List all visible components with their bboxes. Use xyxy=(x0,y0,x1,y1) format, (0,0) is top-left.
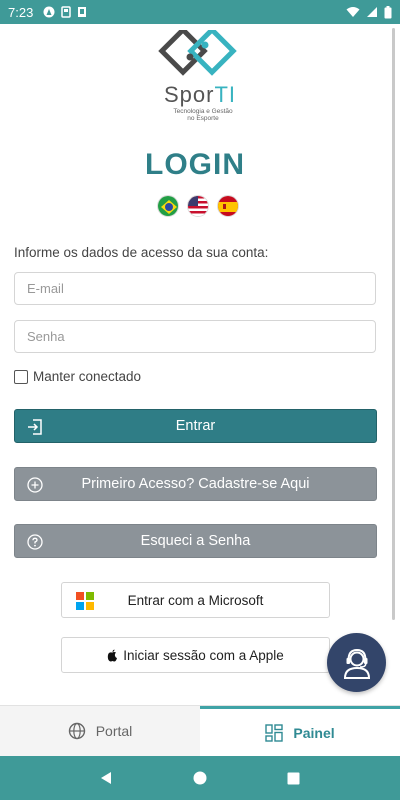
tab-painel[interactable]: Painel xyxy=(200,706,400,756)
logo-word-accent: TI xyxy=(214,82,237,107)
logo-mark-icon xyxy=(158,30,237,76)
status-time: 7:23 xyxy=(8,4,34,20)
email-input[interactable] xyxy=(14,272,376,305)
logo-wordmark: SporTI xyxy=(153,82,247,108)
scrollbar[interactable] xyxy=(392,28,395,620)
forgot-password-button[interactable]: Esqueci a Senha xyxy=(14,524,377,558)
forgot-password-button-label: Esqueci a Senha xyxy=(140,533,251,549)
plus-circle-icon xyxy=(27,477,43,493)
headset-agent-icon xyxy=(343,648,370,679)
language-selector xyxy=(157,195,239,217)
apple-logo-icon xyxy=(108,649,118,661)
logo-word-main: Spor xyxy=(163,82,215,107)
tab-portal[interactable]: Portal xyxy=(0,706,200,756)
globe-icon xyxy=(68,722,85,740)
app-notification-icon xyxy=(43,6,55,18)
first-access-button[interactable]: Primeiro Acesso? Cadastre-se Aqui xyxy=(14,467,377,501)
sd-card-icon xyxy=(78,7,87,17)
keep-connected-row[interactable]: Manter conectado xyxy=(14,369,141,384)
keep-connected-checkbox[interactable] xyxy=(14,369,28,384)
microsoft-logo-icon xyxy=(76,592,94,610)
keep-connected-label: Manter conectado xyxy=(33,369,142,384)
support-chat-button[interactable] xyxy=(327,633,386,692)
back-icon[interactable] xyxy=(100,771,114,785)
microsoft-login-label: Entrar com a Microsoft xyxy=(127,592,264,608)
storage-icon xyxy=(61,6,72,18)
usa-flag-icon[interactable] xyxy=(187,195,209,217)
spain-flag-icon[interactable] xyxy=(217,195,239,217)
logo-tagline-line2: no Esporte xyxy=(187,115,219,122)
login-button-label: Entrar xyxy=(175,418,216,434)
apple-login-label: Iniciar sessão com a Apple xyxy=(123,647,284,663)
home-icon[interactable] xyxy=(193,771,207,785)
apple-login-button[interactable]: Iniciar sessão com a Apple xyxy=(61,637,330,673)
signal-icon xyxy=(367,7,377,17)
logo-tagline-line1: Tecnologia e Gestão xyxy=(173,108,233,115)
tab-portal-label: Portal xyxy=(95,723,133,739)
login-instructions: Informe os dados de acesso da sua conta: xyxy=(14,245,269,260)
sporti-logo: SporTI Tecnologia e Gestão no Esporte xyxy=(153,30,247,130)
recents-icon[interactable] xyxy=(287,772,300,785)
dashboard-icon xyxy=(265,723,284,742)
tab-painel-label: Painel xyxy=(293,724,335,741)
sign-in-icon xyxy=(28,419,42,435)
page-title: LOGIN xyxy=(145,148,245,181)
first-access-button-label: Primeiro Acesso? Cadastre-se Aqui xyxy=(81,476,310,492)
microsoft-login-button[interactable]: Entrar com a Microsoft xyxy=(61,582,330,618)
question-circle-icon xyxy=(27,534,43,550)
logo-tagline: Tecnologia e Gestão no Esporte xyxy=(153,108,253,122)
wifi-icon xyxy=(346,7,360,17)
system-nav-bar xyxy=(0,756,400,800)
bottom-tab-bar: Portal Painel xyxy=(0,705,400,756)
battery-icon xyxy=(384,5,392,18)
status-bar: 7:23 xyxy=(0,0,400,24)
brazil-flag-icon[interactable] xyxy=(157,195,179,217)
password-input[interactable] xyxy=(14,320,376,353)
login-button[interactable]: Entrar xyxy=(14,409,377,443)
